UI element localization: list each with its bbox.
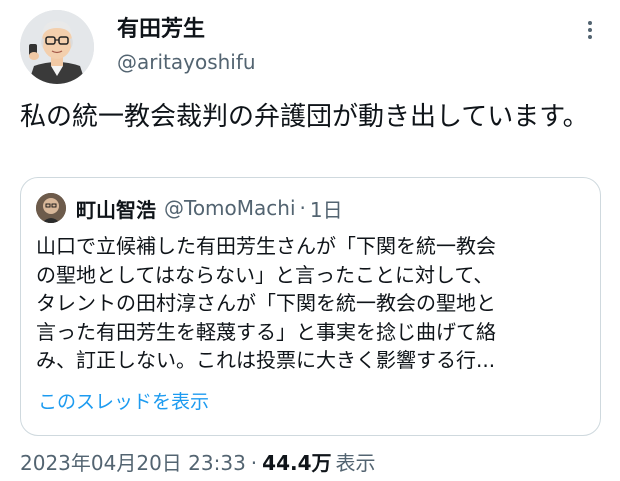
author-avatar[interactable] — [20, 10, 94, 84]
author-name[interactable]: 有田芳生 — [117, 16, 205, 44]
quoted-author-avatar — [36, 193, 66, 223]
views-label: 表示 — [335, 451, 376, 475]
quoted-tweet-header: 町山智浩 @TomoMachi · 1日 — [76, 193, 343, 223]
quoted-text-line: の聖地としてはならない」と言ったことに対して、 — [36, 262, 494, 287]
quoted-tweet-text: 山口で立候補した有田芳生さんが「下関を統一教会 の聖地としてはならない」と言った… — [36, 232, 591, 375]
tweet-timestamp[interactable]: 2023年04月20日 23:33 — [20, 450, 246, 476]
more-vertical-icon[interactable] — [578, 18, 602, 42]
quoted-text-line: 言った有田芳生を軽蔑する」と事実を捻じ曲げて絡 — [36, 319, 496, 344]
quoted-author-name: 町山智浩 — [76, 197, 156, 222]
tweet: 有田芳生 @aritayoshifu 私の統一教会裁判の弁護団が動き出しています… — [0, 0, 620, 481]
meta-dot-separator: · — [250, 451, 258, 475]
quoted-dot-separator: · — [299, 196, 306, 220]
quoted-text-line: タレントの田村淳さんが「下関を統一教会の聖地と — [36, 291, 496, 315]
show-thread-link[interactable]: このスレッドを表示 — [38, 389, 209, 415]
quoted-tweet-time: 1日 — [309, 197, 343, 222]
quoted-tweet-card[interactable]: 町山智浩 @TomoMachi · 1日 山口で立候補した有田芳生さんが「下関を… — [20, 177, 601, 436]
tweet-text: 私の統一教会裁判の弁護団が動き出しています。 — [20, 102, 589, 132]
tweet-meta: 2023年04月20日 23:33 · 44.4万 表示 — [20, 450, 376, 476]
quoted-text-line: み、訂正しない。これは投票に大きく影響する行... — [36, 348, 496, 372]
quoted-text-line: 山口で立候補した有田芳生さんが「下関を統一教会 — [36, 234, 496, 258]
author-handle[interactable]: @aritayoshifu — [117, 49, 256, 75]
quoted-author-handle: @TomoMachi — [164, 196, 296, 220]
views-count: 44.4万 — [262, 451, 332, 475]
